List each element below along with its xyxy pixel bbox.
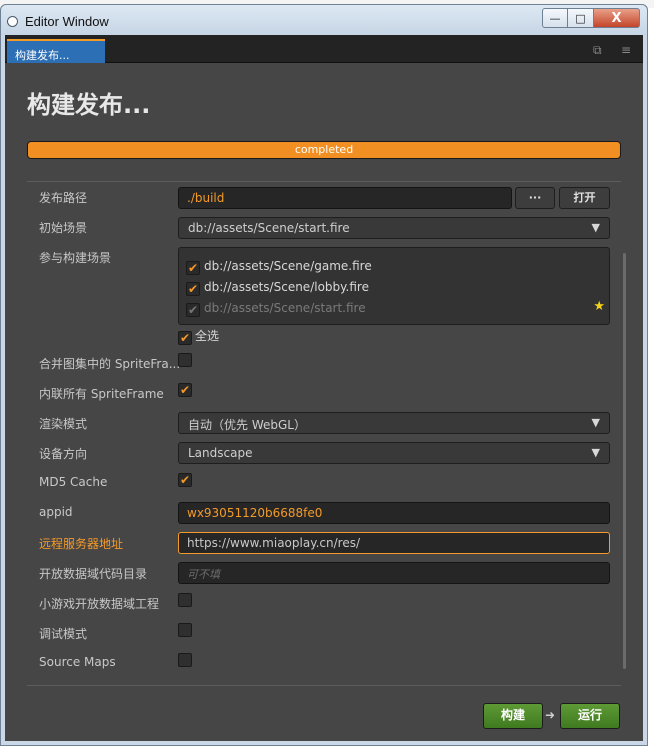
page-title: 构建发布...	[27, 91, 151, 119]
menu-icon[interactable]: ≡	[621, 43, 631, 57]
open-data-project-label: 小游戏开放数据域工程	[39, 597, 160, 611]
divider	[27, 181, 621, 182]
md5-cache-checkbox[interactable]: ✔	[178, 473, 192, 487]
scrollbar[interactable]	[623, 253, 626, 669]
render-mode-value: 自动（优先 WebGL）	[188, 418, 306, 432]
orientation-value: Landscape	[188, 446, 253, 460]
appid-label: appid	[39, 505, 73, 519]
scene-path: db://assets/Scene/start.fire	[204, 301, 366, 315]
progress-text: completed	[294, 143, 354, 156]
merge-spriteframe-label: 合并图集中的 SpriteFra...	[39, 357, 181, 371]
maximize-button[interactable]: □	[568, 8, 594, 28]
scene-checkbox[interactable]: ✔	[186, 282, 200, 296]
editor-window: Editor Window — □ X 构建发布... ⧉ ≡ 构建发布... …	[0, 4, 648, 746]
render-mode-label: 渲染模式	[39, 417, 88, 431]
build-panel: 构建发布... completed 发布路径 ./build ··· 打开 初始…	[5, 63, 643, 741]
build-path-input[interactable]: ./build	[178, 187, 512, 209]
list-item[interactable]: ✔ db://assets/Scene/game.fire	[186, 259, 372, 275]
browse-button[interactable]: ···	[515, 187, 555, 209]
scene-checkbox-disabled: ✔	[186, 303, 200, 317]
source-maps-label: Source Maps	[39, 655, 116, 669]
window-title: Editor Window	[25, 14, 109, 29]
build-button[interactable]: 构建	[483, 703, 543, 729]
dropdown-arrow-icon: ▼	[591, 221, 600, 234]
source-maps-checkbox[interactable]	[178, 653, 192, 667]
dropdown-arrow-icon: ▼	[591, 446, 600, 459]
popout-icon[interactable]: ⧉	[593, 43, 602, 58]
remote-server-label: 远程服务器地址	[39, 537, 124, 551]
window-content: 构建发布... ⧉ ≡ 构建发布... completed 发布路径 ./bui…	[5, 35, 643, 741]
close-button[interactable]: X	[594, 8, 640, 28]
start-scene-select[interactable]: db://assets/Scene/start.fire ▼	[178, 217, 610, 239]
arrow-right-icon: ➜	[545, 708, 556, 722]
orientation-label: 设备方向	[39, 447, 88, 461]
render-mode-select[interactable]: 自动（优先 WebGL） ▼	[178, 412, 610, 434]
tab-bar: 构建发布... ⧉ ≡	[5, 35, 643, 63]
run-button[interactable]: 运行	[560, 703, 620, 729]
remote-server-input[interactable]: https://www.miaoplay.cn/res/	[178, 532, 610, 554]
open-data-project-checkbox[interactable]	[178, 593, 192, 607]
start-scene-label: 初始场景	[39, 221, 88, 235]
scene-path: db://assets/Scene/game.fire	[204, 259, 372, 273]
md5-cache-label: MD5 Cache	[39, 475, 108, 489]
debug-mode-checkbox[interactable]	[178, 623, 192, 637]
inline-spriteframe-checkbox[interactable]: ✔	[178, 383, 192, 397]
build-progress-bar: completed	[27, 141, 621, 159]
list-item: ✔ db://assets/Scene/start.fire	[186, 301, 366, 317]
title-bar[interactable]: Editor Window — □ X	[1, 5, 647, 35]
select-all-checkbox[interactable]: ✔	[178, 331, 192, 345]
scenes-label: 参与构建场景	[39, 251, 112, 265]
start-scene-star-icon: ★	[593, 299, 605, 314]
inline-spriteframe-label: 内联所有 SpriteFrame	[39, 387, 164, 401]
app-icon	[7, 16, 18, 27]
debug-mode-label: 调试模式	[39, 627, 88, 641]
open-data-dir-input[interactable]: 可不填	[178, 562, 610, 584]
minimize-button[interactable]: —	[542, 8, 568, 28]
tab-build-publish[interactable]: 构建发布...	[7, 39, 105, 63]
merge-spriteframe-checkbox[interactable]	[178, 353, 192, 367]
orientation-select[interactable]: Landscape ▼	[178, 442, 610, 464]
open-data-dir-placeholder: 可不填	[187, 568, 220, 581]
scene-list: ✔ db://assets/Scene/game.fire ✔ db://asset…	[178, 247, 610, 325]
select-all[interactable]: ✔ 全选	[178, 327, 219, 345]
scene-path: db://assets/Scene/lobby.fire	[204, 280, 369, 294]
open-folder-button[interactable]: 打开	[559, 187, 610, 209]
list-item[interactable]: ✔ db://assets/Scene/lobby.fire	[186, 280, 369, 296]
scene-checkbox[interactable]: ✔	[186, 261, 200, 275]
start-scene-value: db://assets/Scene/start.fire	[188, 221, 350, 235]
open-data-dir-label: 开放数据域代码目录	[39, 567, 148, 581]
dropdown-arrow-icon: ▼	[591, 416, 600, 429]
divider	[27, 685, 621, 686]
appid-input[interactable]: wx93051120b6688fe0	[178, 502, 610, 524]
build-path-label: 发布路径	[39, 191, 88, 205]
select-all-label: 全选	[195, 329, 220, 343]
